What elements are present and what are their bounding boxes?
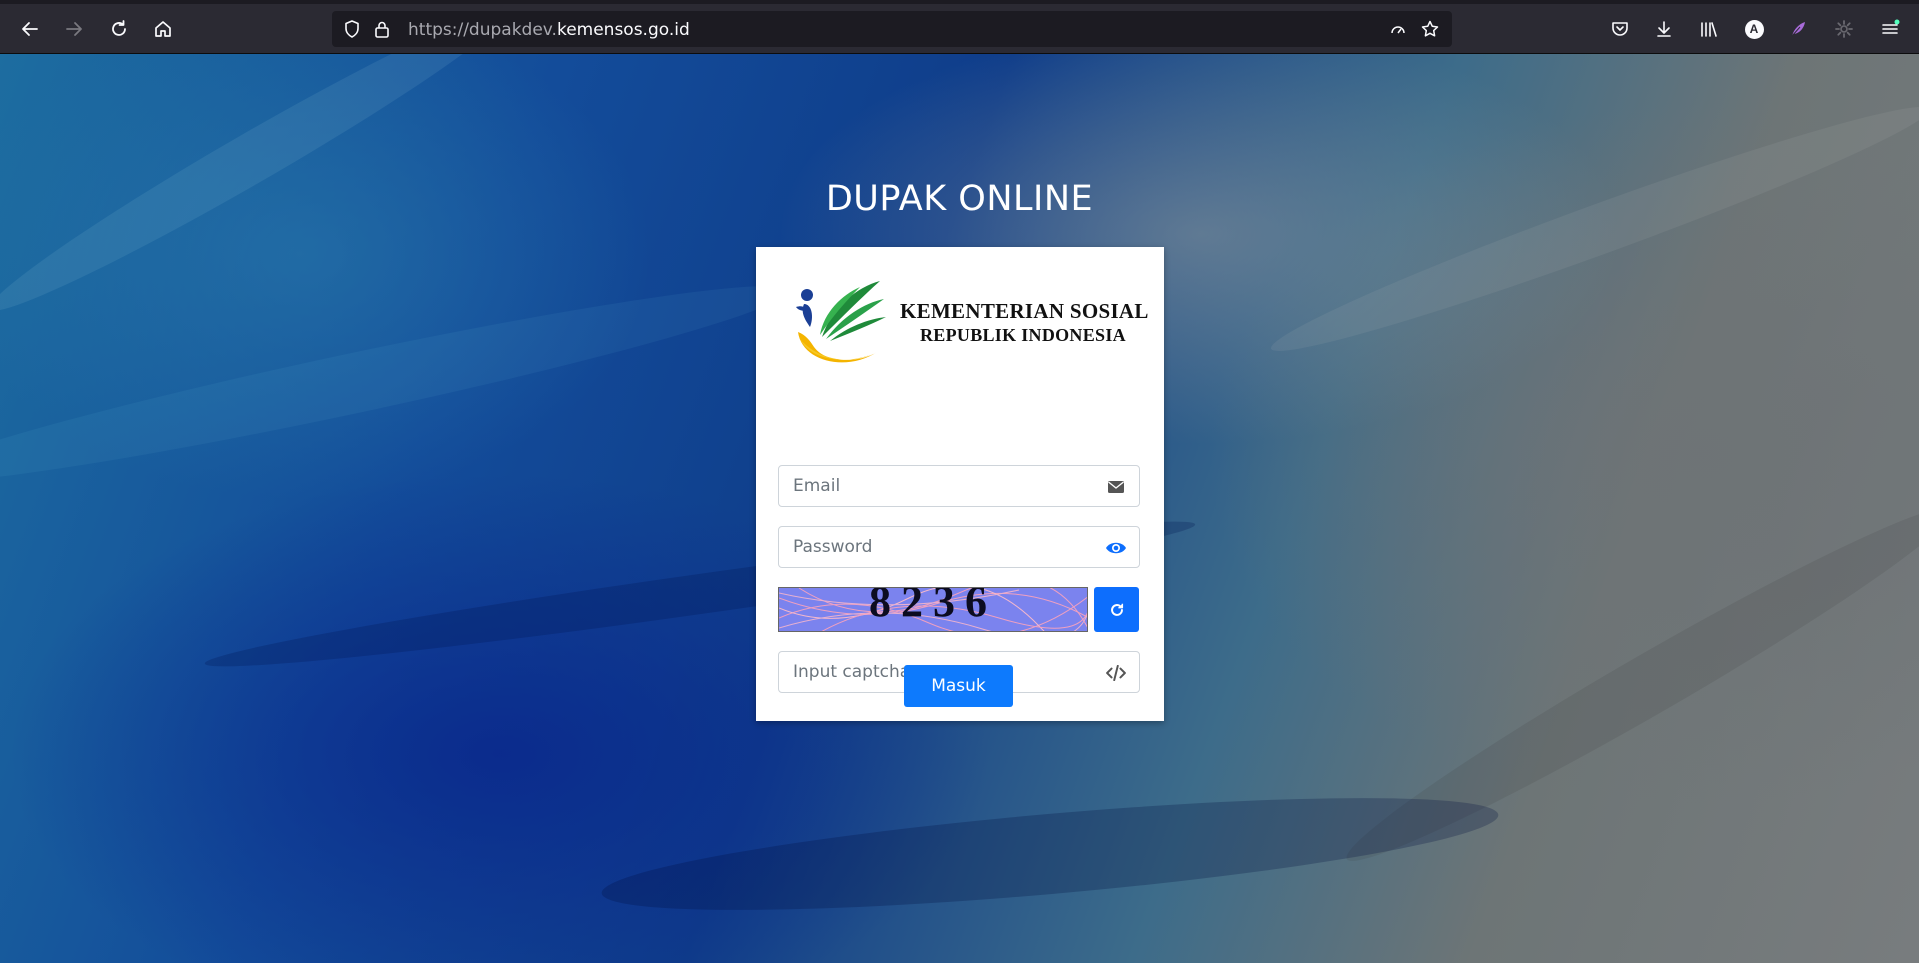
extension-button[interactable] <box>1782 13 1814 45</box>
url-domain: kemensos.go.id <box>556 20 690 40</box>
library-icon <box>1701 22 1717 37</box>
reader-mode-icon[interactable] <box>1388 19 1408 39</box>
account-icon: A <box>1744 19 1764 39</box>
forward-button[interactable] <box>58 13 90 45</box>
downloads-button[interactable] <box>1648 13 1680 45</box>
url-bar[interactable]: https://dupakdev.kemensos.go.id <box>332 11 1452 47</box>
home-button[interactable] <box>147 13 179 45</box>
background-streak <box>598 774 1502 934</box>
url-text[interactable]: https://dupakdev.kemensos.go.id <box>408 20 690 40</box>
page-title: DUPAK ONLINE <box>825 179 1094 219</box>
email-input[interactable] <box>779 466 1093 506</box>
code-icon <box>1105 662 1127 684</box>
url-prefix: https://dupakdev. <box>408 20 557 40</box>
shield-icon[interactable] <box>342 19 362 39</box>
home-icon <box>155 21 171 37</box>
refresh-captcha-button[interactable] <box>1094 587 1139 632</box>
logo-text-line2: REPUBLIK INDONESIA <box>920 325 1126 345</box>
background-streak <box>0 261 797 507</box>
hamburger-menu-icon <box>1882 19 1900 34</box>
star-icon[interactable] <box>1420 19 1440 39</box>
reload-button[interactable] <box>103 13 135 45</box>
arrow-left-icon <box>22 22 38 36</box>
lock-icon[interactable] <box>372 19 392 39</box>
avatar-letter: A <box>1749 22 1759 36</box>
library-button[interactable] <box>1693 13 1725 45</box>
eye-icon[interactable] <box>1105 537 1127 559</box>
download-icon <box>1657 21 1671 37</box>
email-field[interactable] <box>778 465 1140 507</box>
arrow-right-icon <box>66 22 82 36</box>
pocket-button[interactable] <box>1604 13 1636 45</box>
logo-text-line1: KEMENTERIAN SOSIAL <box>900 299 1149 323</box>
captcha-image: 8236 <box>778 587 1088 632</box>
background-streak <box>1262 85 1919 373</box>
menu-button[interactable] <box>1874 13 1906 45</box>
reload-icon <box>112 20 126 36</box>
back-button[interactable] <box>14 13 46 45</box>
browser-toolbar: https://dupakdev.kemensos.go.id A <box>0 0 1919 54</box>
password-input[interactable] <box>779 527 1093 567</box>
settings-button[interactable] <box>1828 13 1860 45</box>
login-card: KEMENTERIAN SOSIAL REPUBLIK INDONESIA 82… <box>756 247 1164 721</box>
account-button[interactable]: A <box>1738 13 1770 45</box>
gear-icon <box>1835 20 1853 38</box>
ministry-emblem <box>796 281 886 363</box>
envelope-icon <box>1105 476 1127 498</box>
password-field[interactable] <box>778 526 1140 568</box>
submit-button[interactable]: Masuk <box>904 665 1013 707</box>
refresh-icon <box>1110 603 1123 616</box>
captcha-code: 8236 <box>869 587 997 626</box>
pocket-icon <box>1612 22 1628 36</box>
ministry-logo: KEMENTERIAN SOSIAL REPUBLIK INDONESIA <box>792 277 1148 377</box>
feather-icon <box>1791 22 1805 37</box>
